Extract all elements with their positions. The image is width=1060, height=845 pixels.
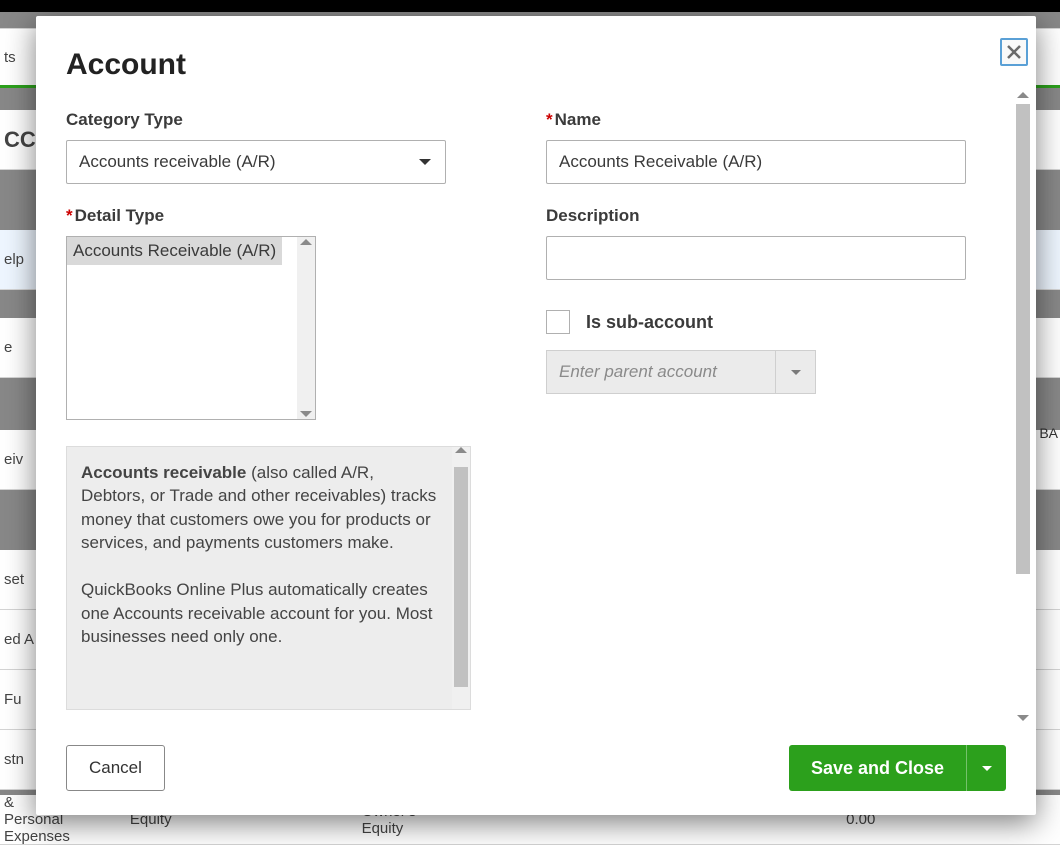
chevron-down-icon [300, 411, 312, 417]
save-button-group: Save and Close [789, 745, 1006, 791]
description-input[interactable] [546, 236, 966, 280]
category-type-value: Accounts receivable (A/R) [79, 152, 276, 172]
description-scrollbar[interactable] [452, 447, 470, 709]
chevron-down-icon [791, 370, 801, 375]
cancel-button[interactable]: Cancel [66, 745, 165, 791]
close-button[interactable] [1000, 38, 1028, 66]
modal-header: Account [36, 16, 1036, 82]
chevron-down-icon [982, 766, 992, 771]
parent-account-input[interactable]: Enter parent account [546, 350, 776, 394]
save-dropdown-button[interactable] [966, 745, 1006, 791]
modal-title: Account [66, 48, 1006, 82]
chevron-up-icon [300, 239, 312, 245]
detail-type-label: *Detail Type [66, 206, 486, 226]
modal-body: Category Type Accounts receivable (A/R) … [36, 82, 1036, 727]
right-column: *Name Accounts Receivable (A/R) Descript… [546, 110, 1006, 723]
description-label: Description [546, 206, 966, 226]
scrollbar-down[interactable] [1016, 711, 1030, 725]
chevron-down-icon [419, 159, 431, 165]
detail-type-option[interactable]: Accounts Receivable (A/R) [67, 237, 282, 265]
listbox-scrollbar[interactable] [297, 237, 315, 419]
detail-type-description: Accounts receivable (also called A/R, De… [66, 446, 471, 710]
left-column: Category Type Accounts receivable (A/R) … [66, 110, 486, 723]
category-type-select[interactable]: Accounts receivable (A/R) [66, 140, 446, 184]
scrollbar-thumb[interactable] [1016, 104, 1030, 574]
account-modal: Account Category Type Accounts receivabl… [36, 16, 1036, 815]
category-type-label: Category Type [66, 110, 486, 130]
modal-footer: Cancel Save and Close [36, 727, 1036, 815]
save-and-close-button[interactable]: Save and Close [789, 745, 966, 791]
parent-account-dropdown-button[interactable] [776, 350, 816, 394]
chevron-up-icon [455, 447, 467, 453]
sub-account-label: Is sub-account [586, 312, 713, 333]
name-input[interactable]: Accounts Receivable (A/R) [546, 140, 966, 184]
parent-account-select[interactable]: Enter parent account [546, 350, 816, 394]
detail-type-listbox[interactable]: Accounts Receivable (A/R) [66, 236, 316, 420]
sub-account-row: Is sub-account [546, 310, 966, 334]
sub-account-checkbox[interactable] [546, 310, 570, 334]
close-icon [1005, 43, 1023, 61]
scrollbar-up[interactable] [1016, 88, 1030, 102]
description-scroll-thumb[interactable] [454, 467, 468, 687]
name-label: *Name [546, 110, 966, 130]
